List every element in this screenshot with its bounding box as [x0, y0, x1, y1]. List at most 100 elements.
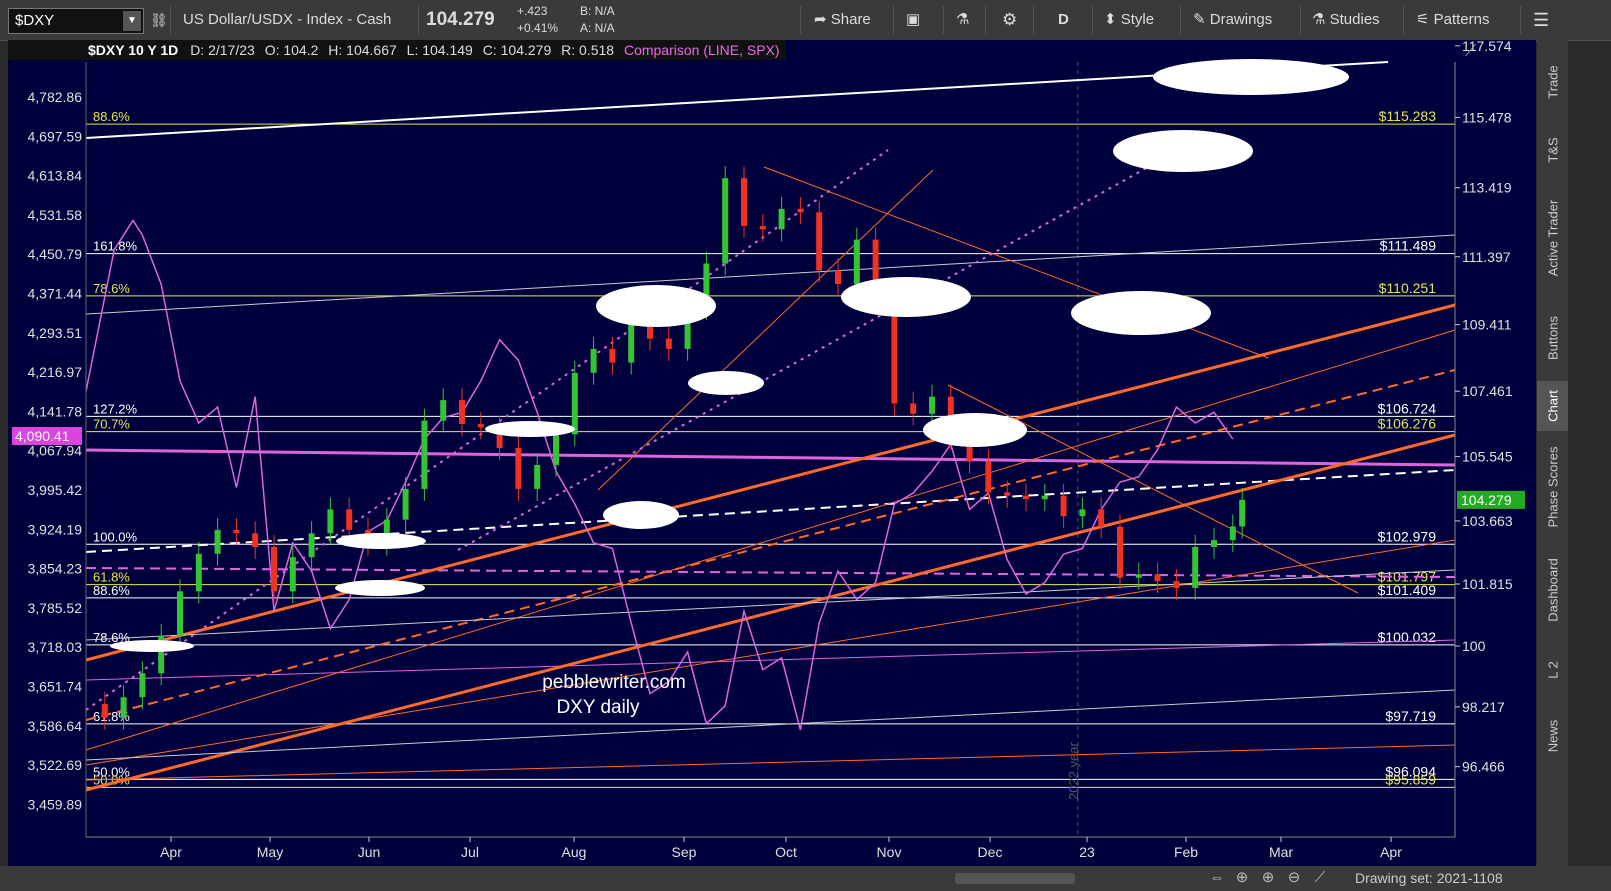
highlight-ellipse — [596, 285, 716, 327]
patterns-button[interactable]: ⚟ Patterns — [1416, 0, 1490, 40]
flask-icon[interactable]: ⚗ — [956, 0, 969, 40]
candle-body — [1229, 526, 1236, 541]
left-tick-label: 4,782.86 — [28, 89, 83, 105]
candle-body — [177, 591, 183, 636]
year-label: 2022 year — [1066, 742, 1081, 800]
studies-label: Studies — [1329, 11, 1380, 28]
bid: B: N/A — [580, 4, 615, 18]
flask-icon: ⚗ — [1312, 11, 1330, 28]
patterns-label: Patterns — [1433, 11, 1490, 28]
left-tick-label: 3,522.69 — [28, 757, 83, 773]
left-tick-label: 4,450.79 — [28, 246, 83, 262]
candle-body — [1211, 540, 1217, 547]
drawing-tool-icon[interactable]: ⟋ — [1310, 868, 1330, 888]
left-tick-label: 3,924.19 — [28, 521, 83, 537]
candle-body — [402, 488, 409, 520]
candle-body — [1004, 492, 1011, 496]
net-change: +.423 — [517, 4, 548, 18]
studies-button[interactable]: ⚗ Studies — [1312, 0, 1380, 40]
fib-pct-label: 161.8% — [93, 239, 138, 254]
crosshair-icon[interactable]: ⊕ — [1232, 868, 1252, 888]
header-range: R: 0.518 — [561, 42, 615, 58]
alert-icon[interactable]: ▣ — [906, 0, 920, 40]
candle-body — [571, 372, 578, 435]
candle-body — [553, 434, 559, 466]
x-tick-label: Aug — [562, 844, 587, 860]
expand-icon[interactable]: ⇔ — [1207, 868, 1227, 888]
fib-price-label: $95.859 — [1385, 771, 1436, 787]
x-tick-label: Apr — [160, 844, 182, 860]
tab-l-2[interactable]: L 2 — [1537, 645, 1568, 695]
x-tick-label: Sep — [672, 844, 697, 860]
drawings-label: Drawings — [1209, 11, 1273, 28]
left-tick-label: 4,371.44 — [28, 286, 83, 302]
candle-body — [929, 396, 935, 414]
left-tick-label: 4,531.58 — [28, 207, 83, 223]
tab-buttons[interactable]: Buttons — [1537, 303, 1568, 373]
tab-chart[interactable]: Chart — [1537, 381, 1568, 431]
header-high: H: 104.667 — [328, 42, 397, 58]
chart-area[interactable]: 88.6% $115.283 161.8% $111.489 78.6% $110.251… — [8, 38, 1536, 866]
patterns-icon: ⚟ — [1416, 11, 1434, 28]
fib-price-label: $106.276 — [1378, 416, 1437, 432]
candle-body — [816, 212, 823, 271]
fib-price-label: $101.409 — [1378, 582, 1437, 598]
candle-body — [477, 424, 484, 428]
candle-body — [609, 348, 616, 363]
link-icon[interactable]: ⛓ — [150, 0, 168, 40]
dxy-chart[interactable]: 88.6% $115.283 161.8% $111.489 78.6% $110.251… — [8, 38, 1536, 866]
header-close: C: 104.279 — [482, 42, 552, 58]
highlight-ellipse — [485, 421, 575, 437]
fib-price-label: $100.032 — [1378, 629, 1437, 645]
drawings-button[interactable]: ✎ Drawings — [1193, 0, 1272, 40]
chart-scrollbar[interactable] — [955, 873, 1075, 884]
chevron-down-icon[interactable]: ▼ — [123, 11, 141, 31]
left-tick-label: 4,216.97 — [28, 364, 83, 380]
left-tick-label: 4,141.78 — [28, 403, 83, 419]
gear-icon[interactable]: ⚙ — [1002, 0, 1017, 40]
comparison-label[interactable]: Comparison (LINE, SPX) — [624, 42, 780, 58]
chart-title: $DXY 10 Y 1D — [88, 42, 179, 58]
candle-body — [1192, 546, 1199, 588]
left-tick-label: 3,651.74 — [28, 679, 83, 695]
candle-body — [308, 533, 315, 558]
right-tick-label: 98.217 — [1462, 699, 1505, 715]
left-tick-label: 4,067.94 — [28, 443, 83, 459]
style-button[interactable]: ⬍ Style — [1104, 0, 1154, 40]
x-tick-label: Jul — [461, 844, 479, 860]
tab-active-trader[interactable]: Active Trader — [1537, 180, 1568, 295]
highlight-ellipse — [1071, 291, 1211, 335]
tab-t-s[interactable]: T&S — [1537, 127, 1568, 172]
tab-news[interactable]: News — [1537, 703, 1568, 768]
zoom-in-icon[interactable]: ⊕ — [1258, 868, 1278, 888]
candle-body — [910, 403, 917, 414]
tab-phase-scores[interactable]: Phase Scores — [1537, 439, 1568, 534]
candle-body — [459, 400, 465, 425]
aggregation-button[interactable]: D — [1058, 0, 1069, 40]
candle-body — [440, 400, 447, 421]
fib-pct-label: 88.6% — [93, 109, 130, 124]
fib-pct-label: 100.0% — [93, 529, 138, 544]
left-tick-label: 4,697.59 — [28, 128, 83, 144]
left-tick-label: 4,293.51 — [28, 325, 83, 341]
highlight-ellipse — [110, 640, 194, 652]
menu-icon[interactable]: ☰ — [1533, 0, 1549, 40]
candle-body — [252, 533, 259, 547]
candle-body — [1060, 495, 1067, 517]
candle-body — [515, 447, 522, 489]
drawing-set-label: Drawing set: 2021-1108 — [1355, 870, 1503, 886]
share-button[interactable]: ➦ Share — [814, 0, 871, 40]
symbol-input[interactable]: $DXY ▼ — [8, 8, 144, 34]
candle-body — [1079, 509, 1086, 517]
status-bar: ⇔ ⊕ ⊕ ⊖ ⟋ Drawing set: 2021-1108 — [0, 866, 1611, 891]
candle-body — [289, 557, 296, 592]
tab-dashboard[interactable]: Dashboard — [1537, 542, 1568, 637]
x-tick-label: Feb — [1174, 844, 1198, 860]
annotation-label: DXY daily — [556, 697, 640, 718]
x-tick-label: Oct — [775, 844, 797, 860]
x-tick-label: May — [257, 844, 283, 860]
zoom-out-icon[interactable]: ⊖ — [1284, 868, 1304, 888]
fib-price-label: $97.719 — [1385, 708, 1436, 724]
share-label: Share — [830, 11, 871, 28]
tab-trade[interactable]: Trade — [1537, 44, 1568, 119]
